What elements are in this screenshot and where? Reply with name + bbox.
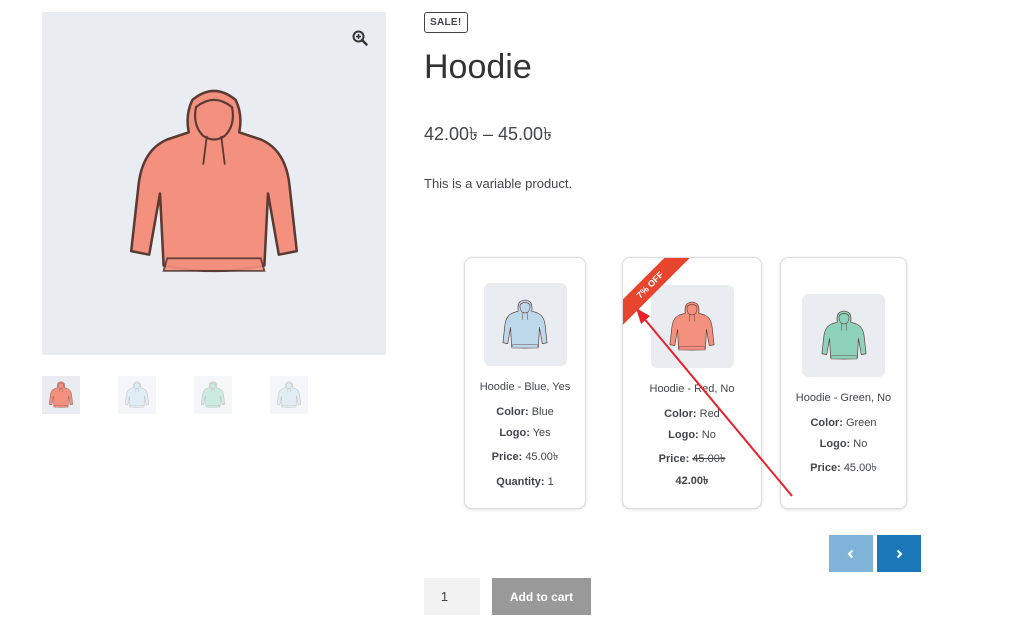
thumbnail-hoodie-blue[interactable] — [118, 376, 156, 414]
variation-image — [802, 294, 885, 377]
sale-badge: SALE! — [424, 12, 468, 33]
variation-name: Hoodie - Red, No — [649, 383, 735, 395]
variation-color: Color: Blue — [496, 406, 554, 418]
chevron-right-icon — [896, 549, 903, 558]
variation-card-blue[interactable]: Hoodie - Blue, Yes Color: Blue Logo: Yes… — [464, 257, 586, 509]
variation-logo: Logo: Yes — [499, 427, 551, 439]
variation-name: Hoodie - Blue, Yes — [479, 381, 571, 393]
variation-image — [483, 283, 567, 366]
chevron-left-icon — [847, 549, 854, 558]
thumbnail-hoodie-blue-logo[interactable] — [270, 376, 308, 414]
thumbnail-hoodie-green[interactable] — [194, 376, 232, 414]
discount-badge: 7% OFF — [623, 258, 696, 331]
discount-ribbon: 7% OFF — [623, 258, 703, 338]
variation-card-green[interactable]: Hoodie - Green, No Color: Green Logo: No… — [780, 257, 907, 509]
carousel-next-button[interactable] — [877, 535, 921, 572]
sale-price: 42.00৳ — [675, 475, 709, 487]
product-main-image[interactable] — [42, 12, 386, 355]
variation-price: Price: 45.00৳ — [810, 462, 877, 474]
variation-logo: Logo: No — [668, 429, 716, 441]
add-to-cart-button[interactable]: Add to cart — [492, 578, 591, 615]
carousel-prev-button[interactable] — [829, 535, 873, 572]
product-description: This is a variable product. — [424, 176, 573, 191]
variation-price: Price: 45.00৳ — [491, 451, 559, 463]
quantity-input[interactable] — [424, 578, 480, 615]
variation-color: Color: Green — [810, 417, 877, 429]
variation-color: Color: Red — [664, 408, 720, 420]
thumbnail-hoodie-red[interactable] — [42, 376, 80, 414]
variation-price: Price: 45.00৳ — [658, 453, 726, 465]
hoodie-image — [124, 82, 304, 287]
product-title: Hoodie — [424, 48, 532, 86]
regular-price: 45.00৳ — [692, 453, 726, 465]
variation-logo: Logo: No — [819, 438, 868, 450]
variation-quantity: Quantity: 1 — [496, 476, 554, 488]
variation-name: Hoodie - Green, No — [795, 392, 892, 404]
price-range: 42.00৳ – 45.00৳ — [424, 124, 553, 144]
variation-card-red[interactable]: 7% OFF Hoodie - Red, No Color: Red Logo:… — [622, 257, 762, 509]
gallery-thumbnails — [42, 376, 308, 414]
zoom-in-icon[interactable] — [348, 26, 372, 50]
